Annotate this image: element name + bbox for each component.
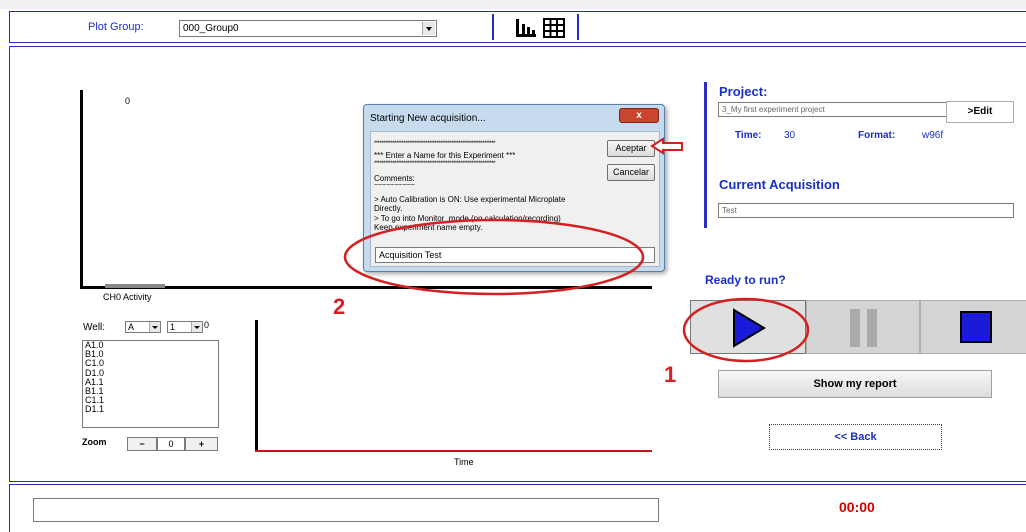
app-window: Plot Group: 000_Group0 0 CH0 Activity Ti…: [0, 0, 1026, 532]
annotation-number-2: 2: [333, 294, 346, 319]
annotation-ellipse-input: [343, 218, 645, 296]
annotation-ellipse-play: [682, 297, 810, 363]
annotation-overlay: [343, 137, 810, 363]
annotation-arrow-icon: [650, 137, 683, 155]
annotation-number-1: 1: [664, 362, 677, 387]
